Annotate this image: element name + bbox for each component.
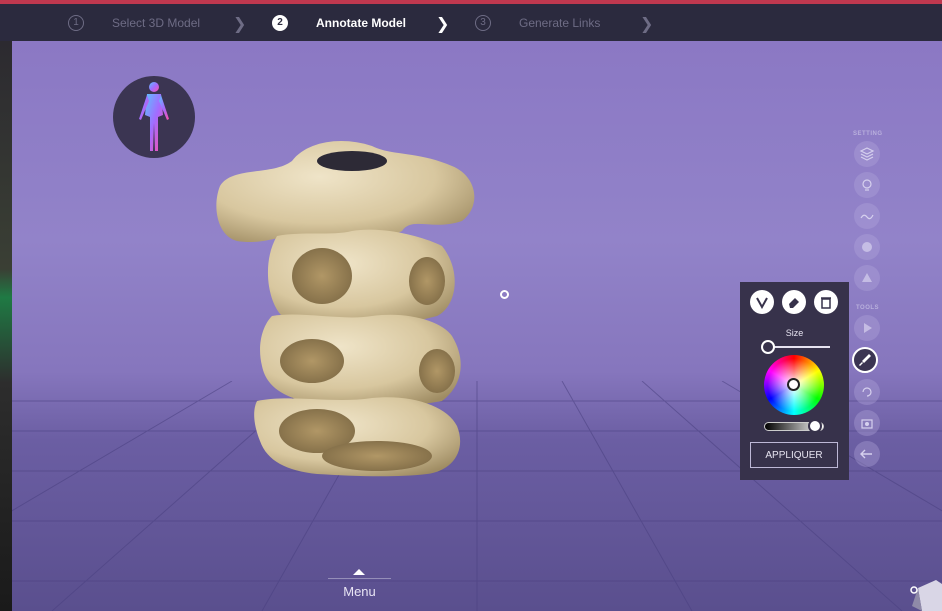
undo-icon[interactable] [854,441,880,467]
play-icon[interactable] [854,315,880,341]
eraser-tool-button[interactable] [782,290,806,314]
paint-panel: Size APPLIQUER [740,282,849,480]
eraser-icon [789,298,799,308]
step-select-model[interactable]: 1 Select 3D Model [68,4,200,41]
annotation-cursor [500,290,509,299]
step-number: 2 [272,14,288,31]
chevron-right-icon: ❯ [640,16,654,33]
paint-brush-icon[interactable] [852,347,878,373]
vertebrae-3d-model[interactable] [212,136,482,481]
step-annotate-model[interactable]: 2 Annotate Model [272,4,406,41]
stepper-bar: 1 Select 3D Model ❯ 2 Annotate Model ❯ 3… [0,4,942,41]
app-root: 1 Select 3D Model ❯ 2 Annotate Model ❯ 3… [0,0,942,611]
camera-icon[interactable] [854,410,880,436]
color-picker-handle[interactable] [787,378,800,391]
step-label: Generate Links [519,15,601,30]
layers-icon[interactable] [854,141,880,167]
brush-tool-button[interactable] [750,290,774,314]
anatomy-avatar-button[interactable] [113,76,195,158]
effects-icon[interactable] [854,265,880,291]
brightness-slider-handle[interactable] [808,419,822,433]
texture-icon[interactable] [854,203,880,229]
chevron-right-icon: ❯ [233,16,247,33]
material-icon[interactable] [854,234,880,260]
trash-icon [821,297,831,309]
apply-button[interactable]: APPLIQUER [750,442,838,468]
step-label: Select 3D Model [112,15,201,30]
chevron-up-icon [353,569,365,575]
setting-label: SETTING [853,131,883,137]
size-label: Size [785,328,804,338]
human-figure-icon [139,82,169,151]
view-cube-icon[interactable] [908,570,942,611]
size-slider-track[interactable] [768,346,830,348]
background-window-strip [0,41,12,611]
step-number: 1 [68,14,84,31]
rotate-icon[interactable] [854,379,880,405]
tools-label: TOOLS [856,305,880,311]
size-slider-handle[interactable] [761,340,775,354]
brush-icon [756,297,768,309]
step-number: 3 [475,14,491,31]
menu-divider [328,578,391,579]
menu-toggle[interactable]: Menu [328,566,391,606]
chevron-right-icon: ❯ [436,16,450,33]
delete-tool-button[interactable] [814,290,838,314]
menu-label: Menu [343,584,376,599]
light-icon[interactable] [854,172,880,198]
step-label: Annotate Model [316,15,406,30]
step-generate-links[interactable]: 3 Generate Links [475,4,600,41]
